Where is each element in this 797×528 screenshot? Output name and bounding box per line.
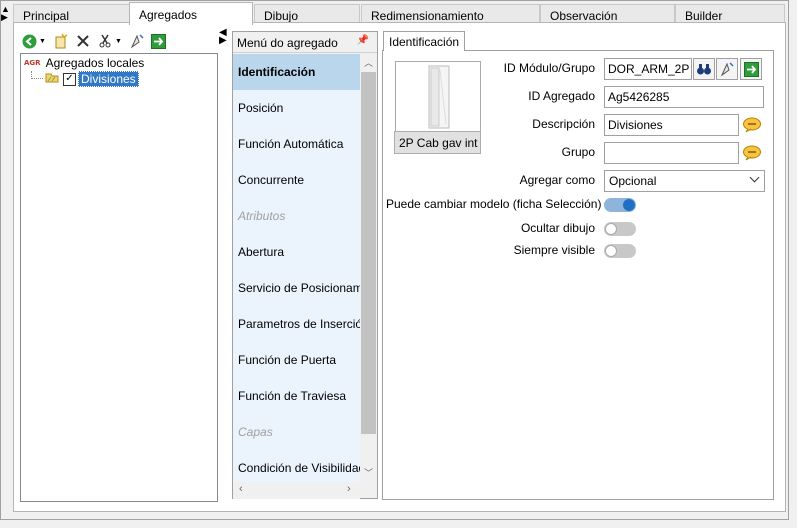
tree-child-checkbox[interactable]: ✓ bbox=[63, 72, 76, 86]
grupo-label: Grupo bbox=[561, 145, 595, 159]
menu-item-condicion-visibilidad[interactable]: Condición de Visibilidad bbox=[233, 450, 360, 482]
translate-group-icon[interactable] bbox=[740, 142, 764, 164]
folder-icon bbox=[45, 72, 59, 86]
puede-cambiar-label: Puede cambiar modelo (ficha Selección) bbox=[386, 197, 602, 211]
toggle-knob bbox=[623, 199, 635, 211]
id-modulo-label: ID Módulo/Grupo bbox=[503, 61, 595, 75]
menu-collapse-arrows[interactable]: ◀ ▶ bbox=[219, 28, 227, 46]
translate-description-icon[interactable] bbox=[740, 114, 764, 136]
agregar-como-value: Opcional bbox=[609, 174, 657, 188]
menu-header: Menú do agregado 📌 bbox=[233, 32, 377, 53]
menu-section-capas: Capas bbox=[238, 425, 273, 439]
puede-cambiar-toggle[interactable] bbox=[604, 198, 636, 212]
main-tabstrip: ▲ ▶ Principal Agregados Dibujo Redimensio… bbox=[0, 2, 789, 25]
id-agregado-field[interactable]: Ag5426285 bbox=[604, 86, 764, 108]
menu-item-funcion-traviesa[interactable]: Función de Traviesa bbox=[233, 378, 360, 414]
scroll-up-icon[interactable]: ︿ bbox=[364, 56, 373, 69]
menu-item-funcion-automatica[interactable]: Función Automática bbox=[233, 126, 360, 162]
cabinet-image bbox=[428, 65, 450, 129]
menu-scroll-thumb[interactable] bbox=[361, 72, 376, 434]
siempre-visible-toggle[interactable] bbox=[604, 244, 636, 258]
menu-item-funcion-puerta[interactable]: Función de Puerta bbox=[233, 342, 360, 378]
ocultar-dibujo-toggle[interactable] bbox=[604, 222, 636, 236]
tree-root[interactable]: AGR Agregados locales bbox=[24, 56, 144, 70]
descripcion-field[interactable]: Divisiones bbox=[604, 114, 739, 136]
chevron-down-icon bbox=[749, 172, 760, 183]
aggregate-icon: AGR bbox=[24, 59, 41, 67]
tree-child[interactable]: ✓ Divisiones bbox=[31, 71, 139, 87]
menu-item-abertura[interactable]: Abertura bbox=[233, 234, 360, 270]
aggregates-tree[interactable]: AGR Agregados locales ✓ Divisiones bbox=[20, 53, 218, 502]
scroll-left-icon[interactable]: ‹ bbox=[239, 483, 243, 495]
menu-item-posicion[interactable]: Posición bbox=[233, 90, 360, 126]
binoculars-icon[interactable] bbox=[693, 58, 715, 80]
menu-horizontal-scrollbar[interactable]: ‹ › bbox=[233, 482, 360, 499]
id-agregado-label: ID Agregado bbox=[528, 89, 595, 103]
agregar-como-label: Agregar como bbox=[519, 173, 595, 187]
tab-agregados[interactable]: Agregados bbox=[129, 2, 253, 25]
menu-title: Menú do agregado bbox=[237, 36, 338, 50]
tree-root-label: Agregados locales bbox=[45, 56, 145, 70]
menu-section-atributos: Atributos bbox=[238, 209, 286, 223]
toggle-knob bbox=[605, 245, 617, 257]
menu-item-parametros-insercion[interactable]: Parametros de Inserción bbox=[233, 306, 360, 342]
pick-module-icon[interactable] bbox=[716, 58, 738, 80]
agregar-como-select[interactable]: Opcional bbox=[604, 170, 765, 192]
tree-connector bbox=[31, 71, 43, 79]
pick-icon[interactable] bbox=[128, 32, 146, 50]
ocultar-dibujo-label: Ocultar dibujo bbox=[520, 221, 595, 235]
id-modulo-field[interactable]: DOR_ARM_2P bbox=[604, 58, 692, 80]
aggregate-menu: Menú do agregado 📌 Identificación Posici… bbox=[232, 31, 378, 499]
menu-item-identificacion[interactable]: Identificación bbox=[233, 54, 360, 90]
go-module-icon[interactable] bbox=[740, 58, 762, 80]
back-icon[interactable] bbox=[20, 32, 38, 50]
siempre-visible-label: Siempre visible bbox=[513, 243, 595, 257]
scroll-down-icon[interactable]: ﹀ bbox=[364, 466, 373, 479]
delete-icon[interactable] bbox=[74, 32, 92, 50]
menu-item-concurrente[interactable]: Concurrente bbox=[233, 162, 360, 198]
tab-scroll-arrows[interactable]: ▲ ▶ bbox=[1, 5, 10, 22]
menu-item-servicio-posicionamiento[interactable]: Servicio de Posicionamiento bbox=[233, 270, 360, 306]
menu-list: Identificación Posición Función Automáti… bbox=[233, 54, 360, 482]
grupo-field[interactable] bbox=[604, 142, 739, 164]
thumbnail-button[interactable]: 2P Cab gav int bbox=[394, 131, 481, 154]
toggle-knob bbox=[605, 223, 617, 235]
descripcion-label: Descripción bbox=[532, 117, 595, 131]
tab-identificacion[interactable]: Identificación bbox=[383, 31, 466, 51]
tree-toolbar: ▼ ▼ bbox=[20, 30, 168, 52]
new-item-icon[interactable] bbox=[52, 32, 70, 50]
cut-icon[interactable] bbox=[96, 32, 114, 50]
menu-vertical-scrollbar[interactable]: ︿ ﹀ bbox=[360, 54, 377, 482]
scroll-right-icon[interactable]: › bbox=[347, 483, 351, 495]
pin-icon[interactable]: 📌 bbox=[357, 35, 369, 46]
tree-child-label: Divisiones bbox=[78, 71, 139, 87]
cut-dropdown-icon[interactable]: ▼ bbox=[115, 38, 122, 45]
goto-icon[interactable] bbox=[150, 32, 168, 50]
back-dropdown-icon[interactable]: ▼ bbox=[39, 38, 46, 45]
